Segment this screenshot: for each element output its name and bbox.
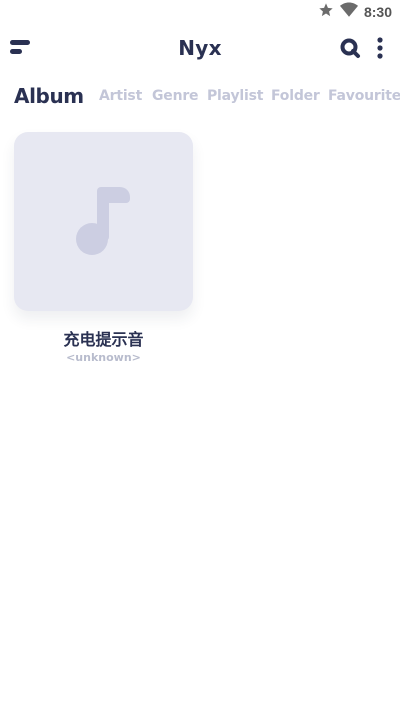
more-options-button[interactable] (370, 36, 390, 60)
category-tabs: Album Artist Genre Playlist Folder Favou… (0, 80, 400, 112)
status-time: 8:30 (363, 4, 392, 20)
tab-artist[interactable]: Artist (99, 80, 142, 112)
more-vert-icon (377, 37, 383, 59)
status-bar: 8:30 (0, 0, 400, 24)
wifi-icon (339, 2, 358, 22)
tab-favourite[interactable]: Favourite (328, 80, 400, 112)
app-bar: Nyx (0, 30, 400, 68)
album-card[interactable]: 充电提示音 <unknown> (14, 132, 193, 372)
tab-playlist[interactable]: Playlist (207, 80, 263, 112)
tab-genre[interactable]: Genre (152, 80, 199, 112)
status-icons: 8:30 (318, 2, 392, 22)
search-button[interactable] (338, 36, 362, 60)
album-title: 充电提示音 (63, 330, 144, 349)
music-note-icon (76, 187, 130, 255)
star-icon (318, 2, 334, 22)
tab-folder[interactable]: Folder (271, 80, 320, 112)
tab-album[interactable]: Album (14, 80, 84, 112)
search-icon (340, 38, 360, 58)
album-art (14, 132, 193, 311)
album-artist: <unknown> (66, 351, 141, 364)
